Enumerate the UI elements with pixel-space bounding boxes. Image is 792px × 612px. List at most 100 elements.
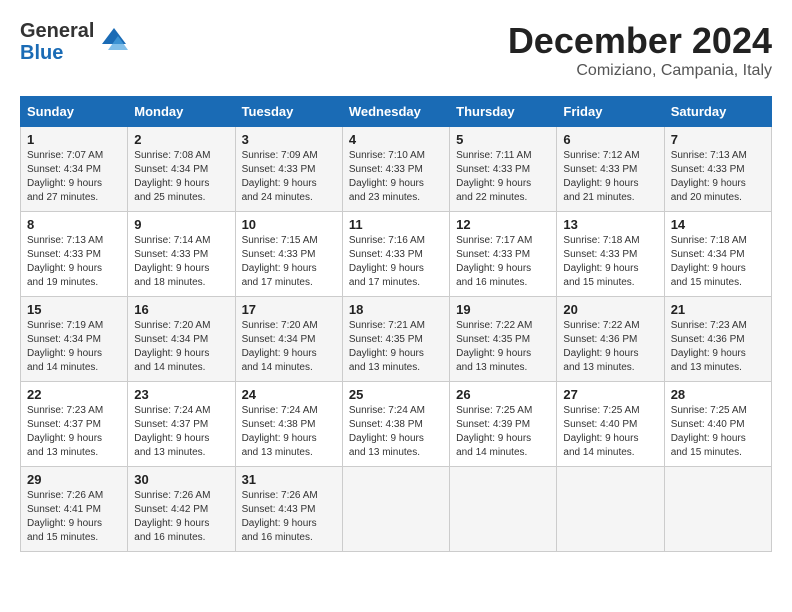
day-info: Sunrise: 7:25 AM Sunset: 4:40 PM Dayligh… <box>563 404 657 460</box>
day-number: 24 <box>242 387 336 402</box>
day-number: 5 <box>456 132 550 147</box>
location: Comiziano, Campania, Italy <box>508 62 772 80</box>
calendar-cell: 1 Sunrise: 7:07 AM Sunset: 4:34 PM Daylig… <box>21 127 128 212</box>
calendar-cell: 10 Sunrise: 7:15 AM Sunset: 4:33 PM Dayli… <box>235 212 342 297</box>
calendar-cell: 9 Sunrise: 7:14 AM Sunset: 4:33 PM Daylig… <box>128 212 235 297</box>
day-info: Sunrise: 7:20 AM Sunset: 4:34 PM Dayligh… <box>134 319 228 375</box>
calendar-cell: 30 Sunrise: 7:26 AM Sunset: 4:42 PM Dayli… <box>128 467 235 552</box>
calendar-cell: 16 Sunrise: 7:20 AM Sunset: 4:34 PM Dayli… <box>128 297 235 382</box>
day-number: 22 <box>27 387 121 402</box>
calendar-cell: 15 Sunrise: 7:19 AM Sunset: 4:34 PM Dayli… <box>21 297 128 382</box>
calendar-cell: 19Sunrise: 7:22 AM Sunset: 4:35 PM Dayli… <box>450 297 557 382</box>
day-header-monday: Monday <box>128 97 235 127</box>
day-info: Sunrise: 7:13 AM Sunset: 4:33 PM Dayligh… <box>27 234 121 290</box>
calendar-cell: 8 Sunrise: 7:13 AM Sunset: 4:33 PM Daylig… <box>21 212 128 297</box>
day-number: 20 <box>563 302 657 317</box>
week-row-1: 1 Sunrise: 7:07 AM Sunset: 4:34 PM Daylig… <box>21 127 772 212</box>
day-header-row: SundayMondayTuesdayWednesdayThursdayFrid… <box>21 97 772 127</box>
week-row-2: 8 Sunrise: 7:13 AM Sunset: 4:33 PM Daylig… <box>21 212 772 297</box>
day-number: 21 <box>671 302 765 317</box>
title-block: December 2024 Comiziano, Campania, Italy <box>508 20 772 80</box>
day-number: 30 <box>134 472 228 487</box>
day-info: Sunrise: 7:25 AM Sunset: 4:39 PM Dayligh… <box>456 404 550 460</box>
day-info: Sunrise: 7:26 AM Sunset: 4:43 PM Dayligh… <box>242 489 336 545</box>
day-header-sunday: Sunday <box>21 97 128 127</box>
day-number: 31 <box>242 472 336 487</box>
day-header-thursday: Thursday <box>450 97 557 127</box>
logo-blue: Blue <box>20 42 94 64</box>
day-number: 16 <box>134 302 228 317</box>
day-info: Sunrise: 7:26 AM Sunset: 4:42 PM Dayligh… <box>134 489 228 545</box>
calendar-cell: 24 Sunrise: 7:24 AM Sunset: 4:38 PM Dayli… <box>235 382 342 467</box>
calendar-cell: 31 Sunrise: 7:26 AM Sunset: 4:43 PM Dayli… <box>235 467 342 552</box>
day-info: Sunrise: 7:17 AM Sunset: 4:33 PM Dayligh… <box>456 234 550 290</box>
calendar-cell: 2 Sunrise: 7:08 AM Sunset: 4:34 PM Daylig… <box>128 127 235 212</box>
calendar-cell: 17 Sunrise: 7:20 AM Sunset: 4:34 PM Dayli… <box>235 297 342 382</box>
calendar-cell: 11Sunrise: 7:16 AM Sunset: 4:33 PM Dayli… <box>342 212 449 297</box>
calendar-cell: 18Sunrise: 7:21 AM Sunset: 4:35 PM Dayli… <box>342 297 449 382</box>
day-number: 1 <box>27 132 121 147</box>
calendar-cell: 13Sunrise: 7:18 AM Sunset: 4:33 PM Dayli… <box>557 212 664 297</box>
calendar-cell: 21 Sunrise: 7:23 AM Sunset: 4:36 PM Dayli… <box>664 297 771 382</box>
calendar-cell: 27 Sunrise: 7:25 AM Sunset: 4:40 PM Dayli… <box>557 382 664 467</box>
calendar-cell: 6Sunrise: 7:12 AM Sunset: 4:33 PM Daylig… <box>557 127 664 212</box>
calendar-cell: 12Sunrise: 7:17 AM Sunset: 4:33 PM Dayli… <box>450 212 557 297</box>
day-number: 25 <box>349 387 443 402</box>
calendar-cell <box>557 467 664 552</box>
calendar-cell: 14Sunrise: 7:18 AM Sunset: 4:34 PM Dayli… <box>664 212 771 297</box>
calendar-table: SundayMondayTuesdayWednesdayThursdayFrid… <box>20 96 772 552</box>
page-header: General Blue December 2024 Comiziano, Ca… <box>20 20 772 80</box>
day-info: Sunrise: 7:24 AM Sunset: 4:38 PM Dayligh… <box>349 404 443 460</box>
month-title: December 2024 <box>508 20 772 62</box>
day-info: Sunrise: 7:22 AM Sunset: 4:36 PM Dayligh… <box>563 319 657 375</box>
calendar-cell <box>342 467 449 552</box>
day-info: Sunrise: 7:15 AM Sunset: 4:33 PM Dayligh… <box>242 234 336 290</box>
day-info: Sunrise: 7:08 AM Sunset: 4:34 PM Dayligh… <box>134 149 228 205</box>
calendar-cell: 5 Sunrise: 7:11 AM Sunset: 4:33 PM Daylig… <box>450 127 557 212</box>
calendar-cell <box>664 467 771 552</box>
day-header-tuesday: Tuesday <box>235 97 342 127</box>
day-info: Sunrise: 7:12 AM Sunset: 4:33 PM Dayligh… <box>563 149 657 205</box>
day-number: 17 <box>242 302 336 317</box>
calendar-cell: 23 Sunrise: 7:24 AM Sunset: 4:37 PM Dayli… <box>128 382 235 467</box>
calendar-cell: 22 Sunrise: 7:23 AM Sunset: 4:37 PM Dayli… <box>21 382 128 467</box>
logo: General Blue <box>20 20 130 64</box>
calendar-cell: 3 Sunrise: 7:09 AM Sunset: 4:33 PM Daylig… <box>235 127 342 212</box>
day-number: 13 <box>563 217 657 232</box>
calendar-cell <box>450 467 557 552</box>
day-number: 27 <box>563 387 657 402</box>
day-number: 9 <box>134 217 228 232</box>
day-info: Sunrise: 7:19 AM Sunset: 4:34 PM Dayligh… <box>27 319 121 375</box>
day-header-wednesday: Wednesday <box>342 97 449 127</box>
day-number: 2 <box>134 132 228 147</box>
day-number: 7 <box>671 132 765 147</box>
day-number: 11 <box>349 217 443 232</box>
calendar-cell: 28Sunrise: 7:25 AM Sunset: 4:40 PM Dayli… <box>664 382 771 467</box>
day-number: 26 <box>456 387 550 402</box>
day-info: Sunrise: 7:23 AM Sunset: 4:36 PM Dayligh… <box>671 319 765 375</box>
day-info: Sunrise: 7:11 AM Sunset: 4:33 PM Dayligh… <box>456 149 550 205</box>
day-info: Sunrise: 7:25 AM Sunset: 4:40 PM Dayligh… <box>671 404 765 460</box>
calendar-cell: 4Sunrise: 7:10 AM Sunset: 4:33 PM Daylig… <box>342 127 449 212</box>
day-number: 3 <box>242 132 336 147</box>
day-info: Sunrise: 7:14 AM Sunset: 4:33 PM Dayligh… <box>134 234 228 290</box>
day-number: 23 <box>134 387 228 402</box>
day-info: Sunrise: 7:24 AM Sunset: 4:37 PM Dayligh… <box>134 404 228 460</box>
day-info: Sunrise: 7:22 AM Sunset: 4:35 PM Dayligh… <box>456 319 550 375</box>
day-info: Sunrise: 7:26 AM Sunset: 4:41 PM Dayligh… <box>27 489 121 545</box>
day-number: 10 <box>242 217 336 232</box>
day-info: Sunrise: 7:24 AM Sunset: 4:38 PM Dayligh… <box>242 404 336 460</box>
day-info: Sunrise: 7:18 AM Sunset: 4:34 PM Dayligh… <box>671 234 765 290</box>
logo-general: General <box>20 20 94 42</box>
calendar-cell: 29 Sunrise: 7:26 AM Sunset: 4:41 PM Dayli… <box>21 467 128 552</box>
week-row-5: 29 Sunrise: 7:26 AM Sunset: 4:41 PM Dayli… <box>21 467 772 552</box>
day-number: 29 <box>27 472 121 487</box>
day-info: Sunrise: 7:23 AM Sunset: 4:37 PM Dayligh… <box>27 404 121 460</box>
day-info: Sunrise: 7:09 AM Sunset: 4:33 PM Dayligh… <box>242 149 336 205</box>
day-number: 15 <box>27 302 121 317</box>
day-info: Sunrise: 7:20 AM Sunset: 4:34 PM Dayligh… <box>242 319 336 375</box>
day-info: Sunrise: 7:21 AM Sunset: 4:35 PM Dayligh… <box>349 319 443 375</box>
day-number: 8 <box>27 217 121 232</box>
week-row-3: 15 Sunrise: 7:19 AM Sunset: 4:34 PM Dayli… <box>21 297 772 382</box>
day-info: Sunrise: 7:07 AM Sunset: 4:34 PM Dayligh… <box>27 149 121 205</box>
